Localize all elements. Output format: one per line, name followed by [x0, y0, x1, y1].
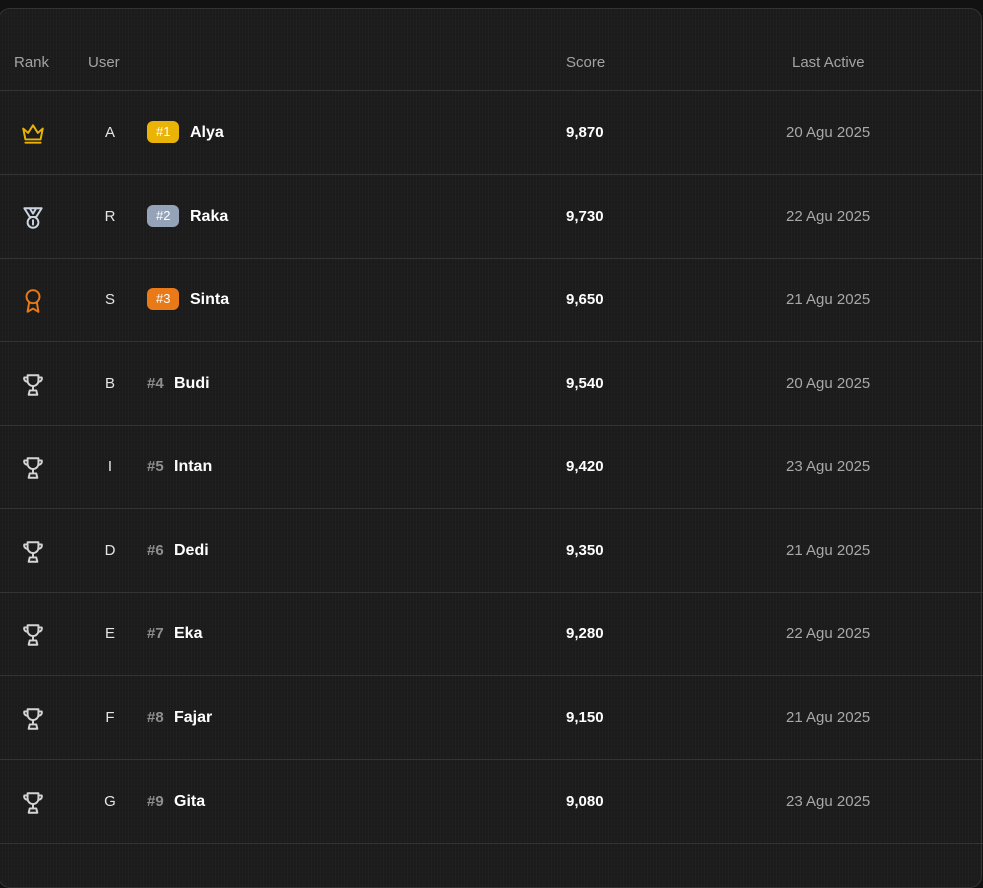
table-row[interactable]: I #5 Intan 9,420 23 Agu 2025 [0, 425, 983, 509]
score-value: 9,420 [566, 458, 604, 475]
score-value: 9,540 [566, 375, 604, 392]
score-value: 9,150 [566, 709, 604, 726]
rank-label: #7 [147, 625, 164, 642]
trophy-icon [20, 622, 46, 648]
rank-label: #5 [147, 458, 164, 475]
avatar: B [104, 375, 115, 392]
user-name: Sinta [190, 291, 230, 308]
last-active-date: 20 Agu 2025 [786, 124, 871, 141]
user-name: Intan [174, 458, 213, 475]
score-value: 9,080 [566, 793, 604, 810]
table-row[interactable]: D #6 Dedi 9,350 21 Agu 2025 [0, 509, 983, 593]
user-name: Raka [190, 208, 229, 225]
rank-label: #4 [147, 375, 164, 392]
avatar: S [104, 291, 115, 308]
rank-label: #6 [147, 542, 164, 559]
crown-icon [20, 121, 46, 147]
trophy-icon [20, 539, 46, 565]
header-user[interactable]: User [88, 54, 120, 71]
trophy-icon [20, 372, 46, 398]
table-row[interactable]: R #2 Raka 9,730 22 Agu 2025 [0, 175, 983, 259]
rank-badge: #3 [147, 288, 180, 310]
header-rank[interactable]: Rank [14, 54, 49, 71]
last-active-date: 23 Agu 2025 [786, 793, 871, 810]
user-name: Budi [174, 375, 210, 392]
avatar: F [105, 709, 115, 726]
last-active-date: 21 Agu 2025 [786, 709, 871, 726]
table-row[interactable]: A #1 Alya 9,870 20 Agu 2025 [0, 91, 983, 175]
header-score[interactable]: Score [566, 54, 605, 71]
rank-badge: #1 [147, 121, 180, 143]
table-row[interactable]: G #9 Gita 9,080 23 Agu 2025 [0, 760, 983, 844]
table-row[interactable]: B #4 Budi 9,540 20 Agu 2025 [0, 342, 983, 426]
avatar: I [107, 458, 113, 475]
table-header: Rank User Score Last Active [0, 8, 983, 91]
last-active-date: 23 Agu 2025 [786, 458, 871, 475]
avatar: D [104, 542, 116, 559]
avatar: R [104, 208, 116, 225]
user-name: Fajar [174, 709, 213, 726]
user-name: Alya [190, 124, 224, 141]
trophy-icon [20, 790, 46, 816]
trophy-icon [20, 706, 46, 732]
award-icon [20, 288, 46, 314]
score-value: 9,650 [566, 291, 604, 308]
user-name: Dedi [174, 542, 209, 559]
score-value: 9,280 [566, 625, 604, 642]
avatar: E [104, 625, 115, 642]
score-value: 9,870 [566, 124, 604, 141]
score-value: 9,350 [566, 542, 604, 559]
avatar: G [104, 793, 116, 810]
rank-label: #9 [147, 793, 164, 810]
last-active-date: 21 Agu 2025 [786, 291, 871, 308]
header-last-active[interactable]: Last Active [792, 54, 865, 71]
last-active-date: 20 Agu 2025 [786, 375, 871, 392]
table-row[interactable]: S #3 Sinta 9,650 21 Agu 2025 [0, 258, 983, 342]
avatar: A [104, 124, 115, 141]
trophy-icon [20, 455, 46, 481]
table-row[interactable]: F #8 Fajar 9,150 21 Agu 2025 [0, 676, 983, 760]
rank-label: #8 [147, 709, 164, 726]
user-name: Eka [174, 625, 203, 642]
medal-icon [20, 205, 46, 231]
last-active-date: 21 Agu 2025 [786, 542, 871, 559]
user-name: Gita [174, 793, 206, 810]
last-active-date: 22 Agu 2025 [786, 208, 871, 225]
table-row[interactable]: E #7 Eka 9,280 22 Agu 2025 [0, 592, 983, 676]
last-active-date: 22 Agu 2025 [786, 625, 871, 642]
score-value: 9,730 [566, 208, 604, 225]
rank-badge: #2 [147, 205, 180, 227]
